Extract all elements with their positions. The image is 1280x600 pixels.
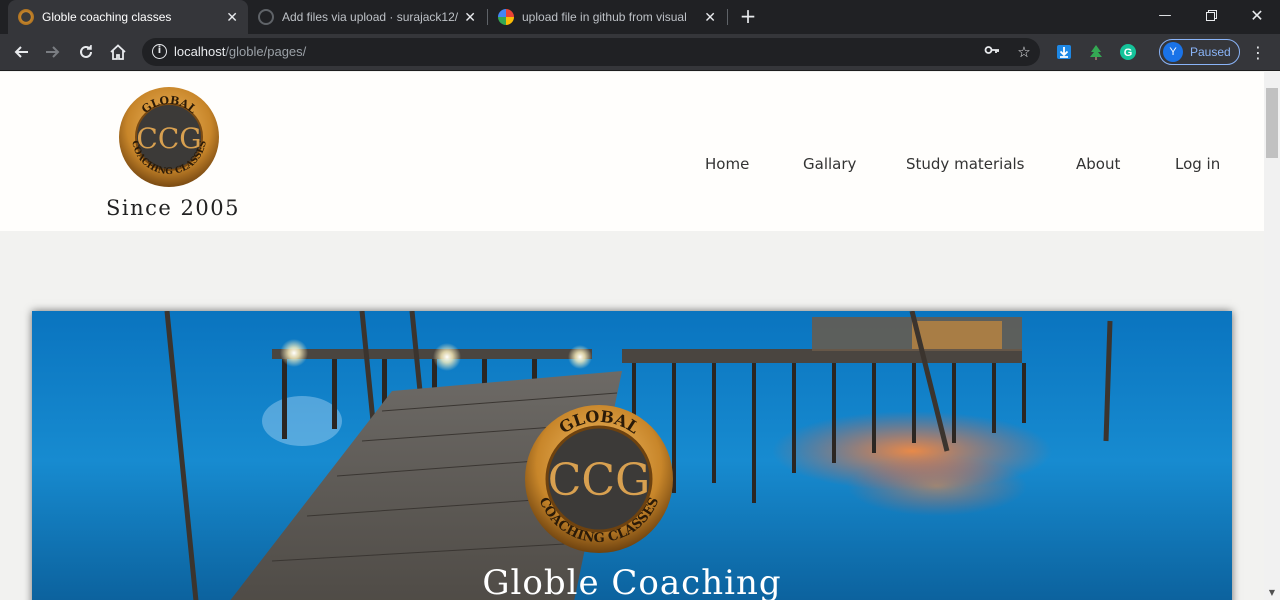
grammarly-icon[interactable]: G <box>1118 42 1138 62</box>
tab-github-upload[interactable]: Add files via upload · surajack12/ ✕ <box>248 0 486 34</box>
tab-title: Add files via upload · surajack12/ <box>282 10 459 24</box>
hero-pier-scene: GLOBAL COACHING CLASSES CCG <box>32 311 1232 600</box>
nav-gallary[interactable]: Gallary <box>803 155 856 173</box>
more-menu-icon[interactable]: ⋮ <box>1250 43 1266 63</box>
site-favicon-icon <box>18 9 34 25</box>
avatar: Y <box>1163 42 1183 62</box>
scroll-down-arrow-icon[interactable]: ▼ <box>1268 589 1276 597</box>
close-window-icon[interactable]: ✕ <box>1234 0 1280 30</box>
nav-log-in[interactable]: Log in <box>1175 155 1220 173</box>
browser-toolbar: i localhost/globle/pages/ ☆ G Y Paused ⋮ <box>0 34 1280 71</box>
hero-banner: GLOBAL COACHING CLASSES CCG Globle Coach… <box>32 311 1232 600</box>
page-viewport: GLOBAL COACHING CLASSES CCG Since 2005 H… <box>0 72 1264 600</box>
svg-text:CCG: CCG <box>548 455 650 506</box>
tree-extension-icon[interactable] <box>1086 42 1106 62</box>
google-icon <box>498 9 514 25</box>
svg-text:G: G <box>1124 47 1133 59</box>
svg-text:CCG: CCG <box>136 122 201 155</box>
address-bar[interactable]: i localhost/globle/pages/ ☆ <box>142 38 1040 66</box>
close-tab-icon[interactable]: ✕ <box>464 9 476 26</box>
url-text: localhost/globle/pages/ <box>174 44 307 59</box>
download-extension-icon[interactable] <box>1054 42 1074 62</box>
page-scrollbar[interactable]: ▼ <box>1264 72 1280 600</box>
bookmark-star-icon[interactable]: ☆ <box>1014 42 1034 62</box>
tab-divider <box>727 9 728 25</box>
hero-title: Globle Coaching <box>482 563 782 600</box>
nav-about[interactable]: About <box>1076 155 1120 173</box>
close-tab-icon[interactable]: ✕ <box>226 9 238 26</box>
site-header: GLOBAL COACHING CLASSES CCG Since 2005 H… <box>0 72 1264 231</box>
nav-home[interactable]: Home <box>705 155 749 173</box>
profile-button[interactable]: Y Paused <box>1159 39 1240 65</box>
restore-icon[interactable] <box>1188 0 1234 30</box>
profile-status: Paused <box>1190 45 1231 59</box>
tab-google-search[interactable]: upload file in github from visual ✕ <box>488 0 726 34</box>
reload-icon[interactable] <box>73 39 99 65</box>
home-icon[interactable] <box>105 39 131 65</box>
browser-tab-strip: Globle coaching classes ✕ Add files via … <box>0 0 1280 34</box>
scrollbar-thumb[interactable] <box>1266 88 1278 158</box>
key-icon[interactable] <box>982 42 1002 62</box>
close-tab-icon[interactable]: ✕ <box>704 9 716 26</box>
tab-title: upload file in github from visual <box>522 10 687 24</box>
back-icon[interactable] <box>8 39 34 65</box>
forward-icon[interactable] <box>40 39 66 65</box>
tab-globle-coaching[interactable]: Globle coaching classes ✕ <box>8 0 248 34</box>
new-tab-icon[interactable]: + <box>738 4 758 30</box>
site-logo[interactable]: GLOBAL COACHING CLASSES CCG <box>118 86 220 188</box>
nav-study-materials[interactable]: Study materials <box>906 155 1025 173</box>
since-tagline: Since 2005 <box>106 196 240 220</box>
tab-title: Globle coaching classes <box>42 10 172 24</box>
github-icon <box>258 9 274 25</box>
minimize-icon[interactable]: — <box>1142 0 1188 30</box>
site-info-icon[interactable]: i <box>152 44 167 59</box>
